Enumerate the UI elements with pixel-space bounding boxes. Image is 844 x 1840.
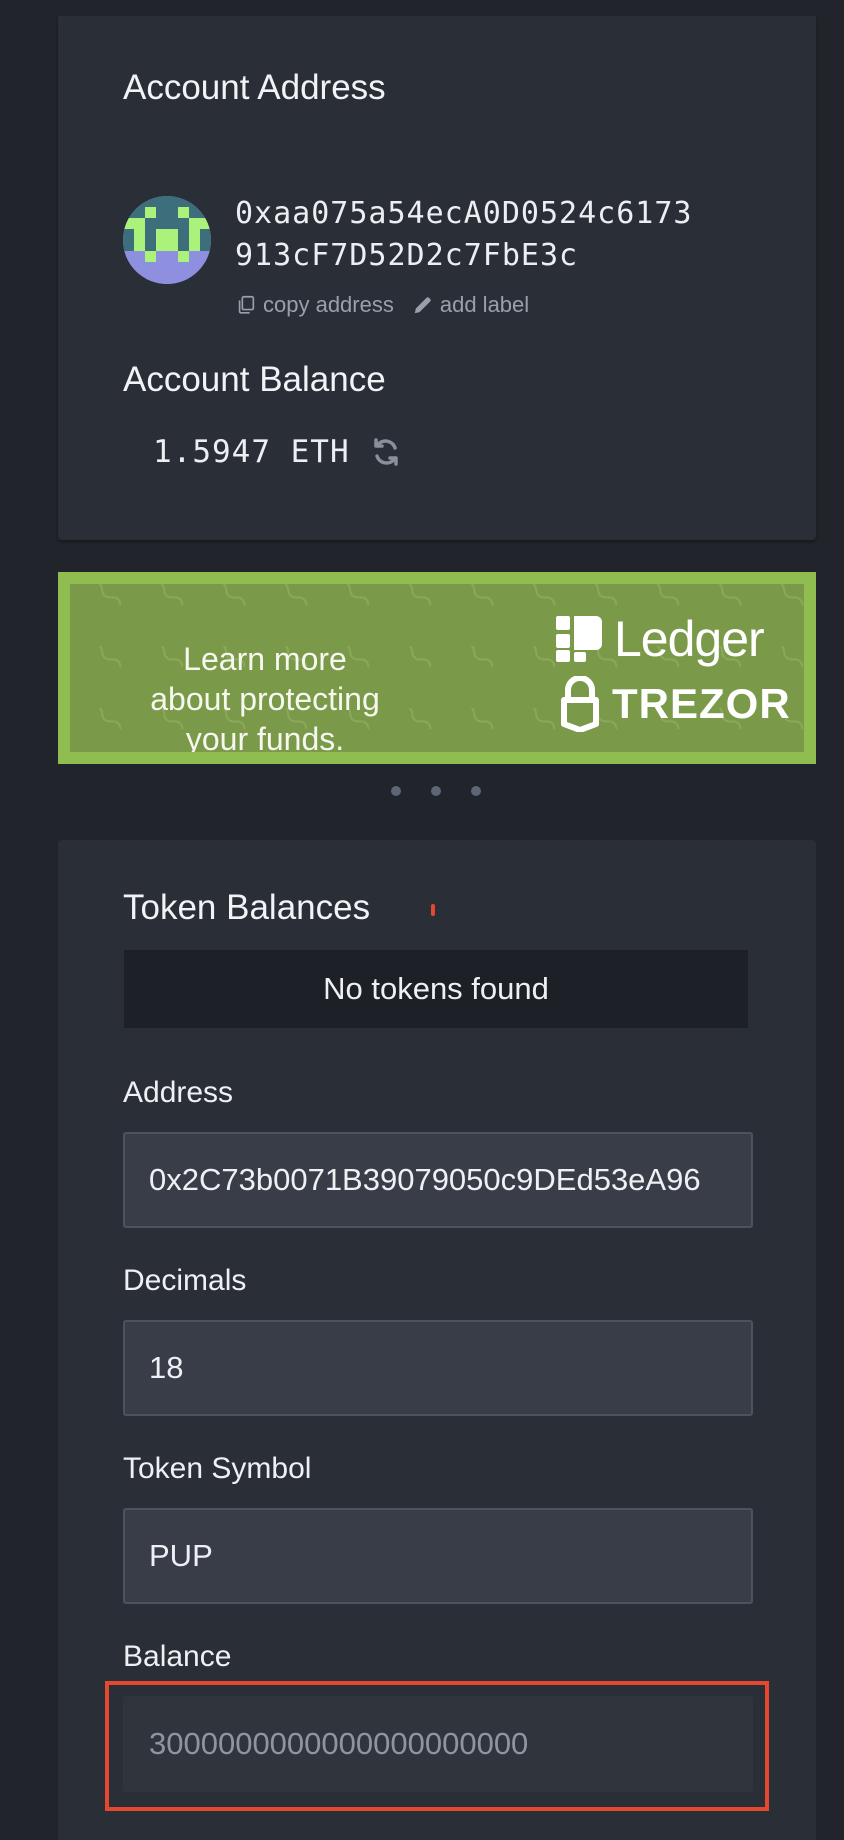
copy-icon [238, 295, 255, 314]
carousel-dot-3[interactable] [471, 786, 481, 796]
token-decimals-input[interactable] [123, 1320, 753, 1416]
carousel-dot-1[interactable] [391, 786, 401, 796]
account-address-heading: Account Address [123, 68, 386, 107]
ledger-logo-icon [556, 616, 602, 662]
hardware-wallet-promo-banner[interactable]: Learn more about protecting your funds. … [58, 572, 816, 764]
account-balance-row: 1.5947 ETH [153, 434, 402, 470]
token-balances-panel: Token Balances No tokens found Address D… [58, 840, 816, 1840]
token-balance-label: Balance [123, 1640, 232, 1673]
token-address-label: Address [123, 1076, 234, 1109]
token-symbol-label: Token Symbol [123, 1452, 312, 1485]
no-tokens-message: No tokens found [124, 950, 748, 1028]
refresh-icon [373, 438, 398, 466]
trezor-brand: TREZOR [560, 676, 791, 732]
pencil-icon [414, 297, 431, 314]
account-balance-heading: Account Balance [123, 360, 386, 399]
trezor-brand-name: TREZOR [612, 680, 791, 727]
copy-address-label: copy address [263, 292, 394, 317]
account-identicon [123, 196, 211, 284]
refresh-balance-button[interactable] [370, 436, 402, 468]
token-decimals-label: Decimals [123, 1264, 247, 1297]
promo-text: Learn more about protecting your funds. [150, 641, 380, 757]
token-balances-heading: Token Balances [123, 888, 371, 927]
account-address-line-2: 913cF7D52D2c7FbE3c [235, 238, 579, 273]
carousel-dots [391, 786, 511, 796]
token-balance-input[interactable] [123, 1696, 753, 1792]
account-balance-value: 1.5947 ETH [153, 434, 350, 470]
account-panel: Account Address 0xaa075a54ecA0D0524c6173… [58, 16, 816, 540]
carousel-dot-2[interactable] [431, 786, 441, 796]
ledger-brand: Ledger [556, 610, 765, 668]
copy-address-button[interactable]: copy address [235, 292, 394, 318]
ledger-brand-name: Ledger [614, 611, 765, 667]
account-address-line-1: 0xaa075a54ecA0D0524c6173 [235, 196, 693, 231]
address-actions: copy address add label [235, 292, 529, 318]
add-label-button[interactable]: add label [412, 292, 529, 318]
trezor-lock-icon [561, 676, 599, 732]
loading-indicator [431, 904, 435, 916]
token-address-input[interactable] [123, 1132, 753, 1228]
add-label-label: add label [439, 292, 530, 317]
token-symbol-input[interactable] [123, 1508, 753, 1604]
